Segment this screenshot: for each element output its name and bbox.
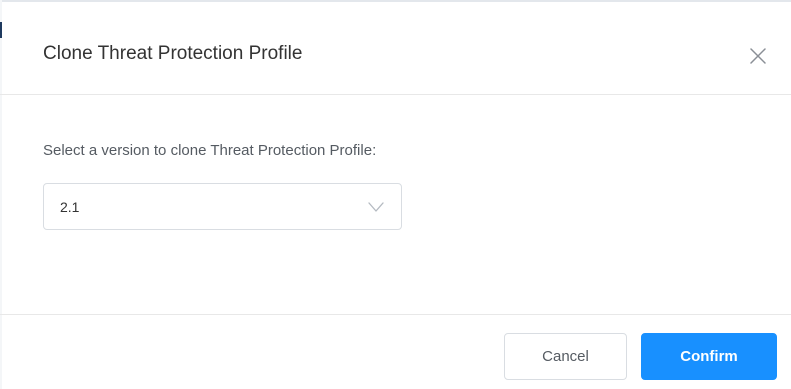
chevron-down-icon: [367, 200, 385, 214]
clone-profile-dialog: Clone Threat Protection Profile Select a…: [0, 0, 791, 389]
cancel-button[interactable]: Cancel: [504, 333, 627, 380]
close-icon: [750, 48, 766, 64]
close-button[interactable]: [746, 44, 770, 68]
version-prompt-label: Select a version to clone Threat Protect…: [43, 142, 377, 159]
dialog-header: Clone Threat Protection Profile: [0, 2, 791, 95]
dialog-title: Clone Threat Protection Profile: [43, 43, 303, 64]
confirm-button[interactable]: Confirm: [641, 333, 777, 380]
footer-divider: [0, 314, 791, 315]
version-select-value: 2.1: [60, 199, 80, 215]
version-select[interactable]: 2.1: [43, 183, 402, 230]
